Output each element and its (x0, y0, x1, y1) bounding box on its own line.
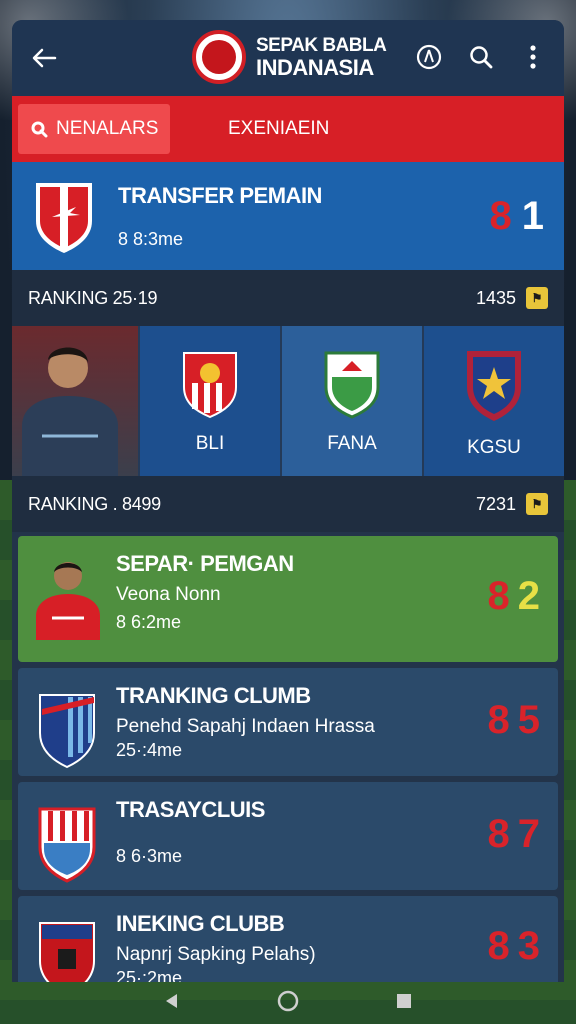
nav-recents-button[interactable] (395, 992, 413, 1015)
transfer-card[interactable]: TRANSFER PEMAIN 8 8:3me 8 1 (12, 162, 564, 270)
club-tile-kgsu[interactable]: KGSU (422, 326, 564, 476)
federation-logo (192, 30, 246, 84)
club-crest (32, 800, 102, 886)
score-white: 1 (521, 193, 544, 238)
nav-home-button[interactable] (277, 990, 299, 1017)
item-title: SEPAR· PEMGAN (116, 551, 294, 576)
ranking-label: RANKING . 8499 (28, 493, 161, 514)
club-name: FANA (327, 433, 377, 454)
item-time: 25·:4me (116, 740, 183, 760)
list-item[interactable]: INEKING CLUBB Napnrj Sapking Pelahs) 25·… (18, 896, 558, 982)
club-name: BLI (195, 433, 225, 454)
more-vertical-icon (530, 45, 536, 69)
system-nav-bar (0, 982, 576, 1024)
back-button[interactable] (28, 42, 60, 74)
club-tile-fana[interactable]: FANA (280, 326, 422, 476)
list-item[interactable]: TRASAYCLUIS 8 6·3me 8 7 (18, 782, 558, 890)
club-name: KGSU (467, 437, 521, 458)
item-description: Napnrj Sapking Pelahs) (116, 944, 316, 965)
top-app-bar: SEPAK BABLA INDANASIA (12, 20, 564, 96)
tab-nenalars[interactable]: NENALARS (18, 104, 170, 154)
score-red: 8 (489, 193, 512, 238)
ranking-bar: RANKING . 8499 7231 ⚑ (12, 476, 564, 532)
arrow-left-icon (32, 48, 57, 68)
trophy-icon: ⚑ (526, 287, 548, 309)
player-photo[interactable] (12, 326, 138, 476)
tab-bar: NENALARS EXENIAEIN (12, 96, 564, 162)
club-crest (32, 686, 102, 772)
shield-icon (36, 183, 92, 253)
item-score: 8 7 (487, 812, 541, 856)
player-avatar (22, 347, 118, 476)
ranking-label: RANKING 25·19 (28, 287, 158, 308)
alert-circle-icon (416, 44, 442, 70)
item-time: 8 6:2me (116, 612, 182, 632)
app-title-line2: INDANASIA (256, 55, 374, 80)
ranking-value: 7231 (475, 493, 516, 514)
shield-icon (39, 694, 95, 769)
ranking-bar: RANKING 25·19 1435 ⚑ (12, 270, 564, 326)
search-icon (31, 121, 48, 138)
item-score: 8 3 (487, 924, 541, 968)
search-button[interactable] (464, 40, 498, 74)
tab-label: NENALARS (56, 118, 159, 139)
club-crest (32, 177, 96, 255)
transfer-title: TRANSFER PEMAIN (118, 182, 322, 208)
list-item[interactable]: SEPAR· PEMGAN Veona Nonn 8 6:2me 8 2 (18, 536, 558, 662)
item-description: Penehd Sapahj Indaen Hrassa (116, 716, 375, 737)
app-title-line1: SEPAK BABLA (256, 35, 387, 56)
triangle-back-icon (166, 993, 177, 1008)
shield-icon (183, 352, 237, 419)
club-crest (32, 914, 102, 982)
notification-button[interactable] (412, 40, 446, 74)
club-tile-bli[interactable]: BLI (138, 326, 280, 476)
app-screen: SEPAK BABLA INDANASIA NENALARS EXENIAEIN… (12, 20, 564, 982)
shield-icon (38, 807, 96, 883)
trophy-icon: ⚑ (526, 493, 548, 515)
item-score: 8 2 (487, 574, 541, 618)
player-avatar (32, 554, 102, 640)
nav-back-button[interactable] (163, 992, 181, 1015)
item-time: 8 6·3me (116, 846, 183, 866)
shield-icon (467, 351, 521, 421)
item-title: TRANKING CLUMB (116, 683, 311, 708)
transfer-score: 8 1 (490, 194, 545, 239)
ranking-value: 1435 (475, 287, 516, 308)
transfer-time: 8 8:3me (118, 228, 184, 249)
item-time: 25·:2me (116, 968, 183, 982)
shield-icon (324, 351, 380, 419)
club-grid: BLI FANA KGSU (12, 326, 564, 476)
circle-home-icon (277, 990, 299, 1011)
search-icon (470, 46, 493, 69)
app-brand: SEPAK BABLA INDANASIA (192, 30, 387, 84)
item-score: 8 5 (487, 698, 541, 742)
tab-exeniaein[interactable]: EXENIAEIN (228, 118, 329, 140)
square-recents-icon (397, 993, 411, 1008)
list-item[interactable]: TRANKING CLUMB Penehd Sapahj Indaen Hras… (18, 668, 558, 776)
item-title: TRASAYCLUIS (116, 797, 265, 822)
item-title: INEKING CLUBB (116, 911, 285, 936)
item-description: Veona Nonn (116, 584, 221, 605)
shield-icon (39, 922, 95, 982)
overflow-menu-button[interactable] (516, 40, 550, 74)
